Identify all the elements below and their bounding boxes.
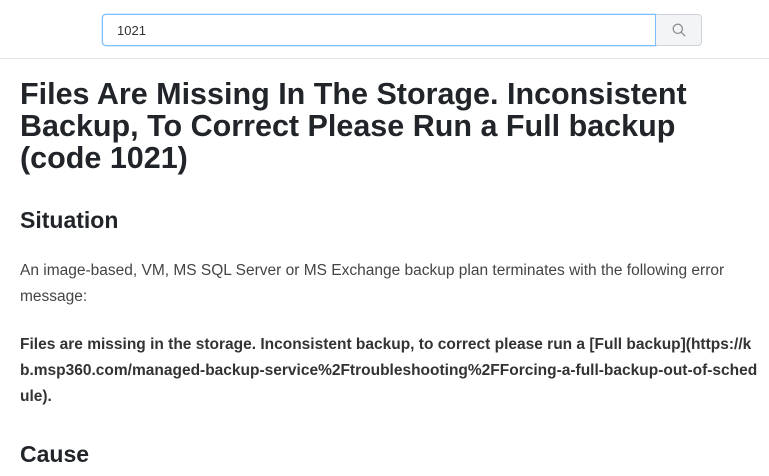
cause-heading: Cause (20, 441, 90, 467)
search-button[interactable] (656, 14, 702, 46)
situation-heading: Situation (20, 207, 119, 233)
error-message: Files are missing in the storage. Incons… (20, 336, 758, 405)
top-search-bar (0, 0, 769, 59)
article-content: Files Are Missing In The Storage. Incons… (20, 77, 757, 467)
search-input[interactable] (102, 14, 656, 46)
page-title: Files Are Missing In The Storage. Incons… (20, 77, 687, 175)
search-form (102, 14, 702, 46)
situation-text: An image-based, VM, MS SQL Server or MS … (20, 262, 725, 305)
search-icon (672, 23, 686, 37)
